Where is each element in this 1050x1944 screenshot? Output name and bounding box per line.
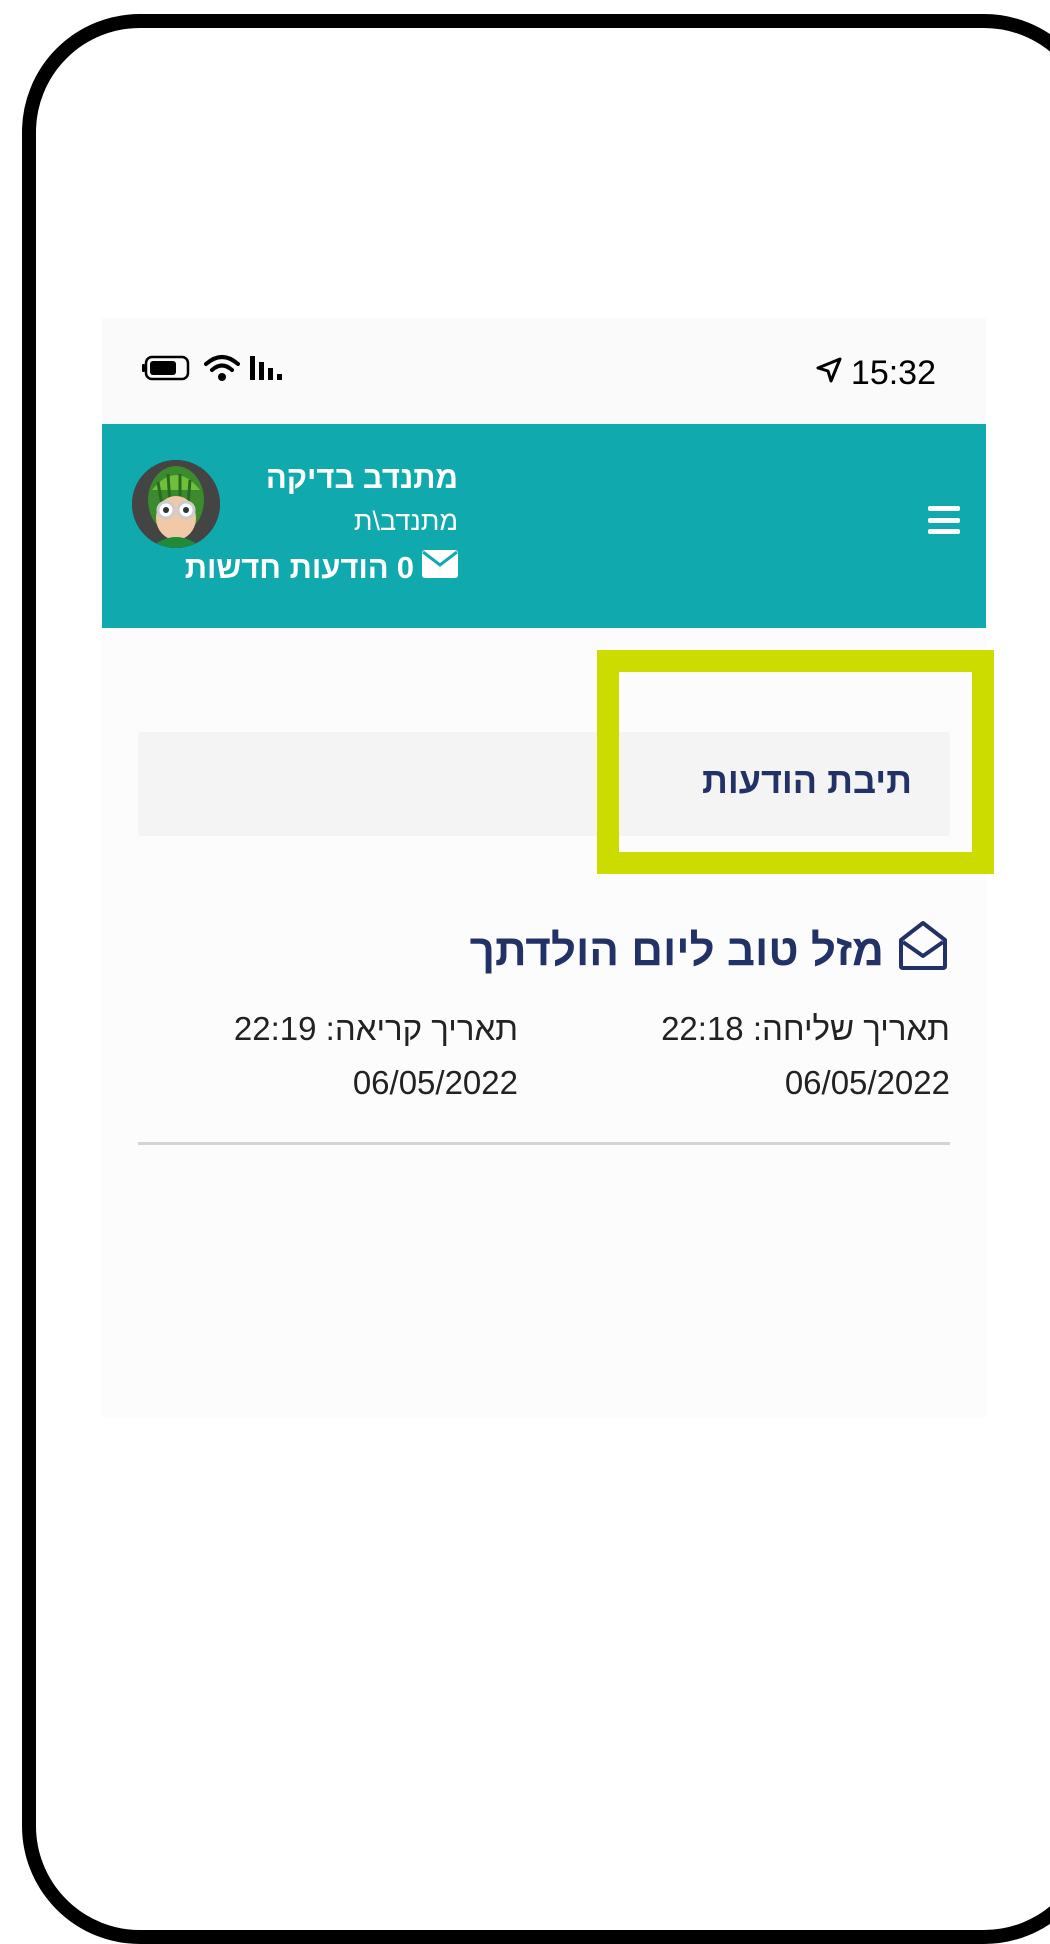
user-role: מתנדב\ת xyxy=(353,506,458,536)
clock-time: 15:32 xyxy=(850,354,936,392)
status-time: 15:32 xyxy=(815,354,936,393)
sent-date: תאריך שליחה: 22:18 06/05/2022 xyxy=(640,1002,950,1110)
wifi-icon xyxy=(204,354,240,387)
envelope-open-icon xyxy=(896,918,950,983)
inbox-header: תיבת הודעות xyxy=(138,732,950,836)
message-title[interactable]: מזל טוב ליום הולדתך xyxy=(470,918,950,983)
sent-date-label: תאריך שליחה: 22:18 xyxy=(661,1010,950,1047)
envelope-icon xyxy=(422,550,458,586)
read-date-value: 06/05/2022 xyxy=(352,1064,518,1101)
new-messages-count: 0 xyxy=(396,550,414,585)
new-messages-label: הודעות חדשות xyxy=(184,550,389,585)
battery-icon xyxy=(142,355,194,386)
sent-date-value: 06/05/2022 xyxy=(784,1064,950,1101)
inbox-title: תיבת הודעות xyxy=(702,760,912,801)
location-arrow-icon xyxy=(815,354,843,393)
signal-icon xyxy=(250,354,290,387)
avatar[interactable] xyxy=(132,460,220,548)
app-screen: 15:32 מתנדב בדיקה מתנדב\ת 0 הודעות חדשות… xyxy=(102,318,986,1418)
status-icons xyxy=(142,354,290,387)
user-name: מתנדב בדיקה xyxy=(265,460,458,495)
app-header: מתנדב בדיקה מתנדב\ת 0 הודעות חדשות xyxy=(102,424,986,628)
read-date-label: תאריך קריאה: 22:19 xyxy=(233,1010,518,1047)
list-item[interactable]: מזל טוב ליום הולדתך תאריך שליחה: 22:18 0… xyxy=(138,918,950,1145)
menu-icon[interactable] xyxy=(928,506,960,534)
new-messages-link[interactable]: 0 הודעות חדשות xyxy=(185,550,458,586)
message-title-text: מזל טוב ליום הולדתך xyxy=(469,925,884,975)
read-date: תאריך קריאה: 22:19 06/05/2022 xyxy=(208,1002,518,1110)
status-bar: 15:32 xyxy=(102,318,986,424)
